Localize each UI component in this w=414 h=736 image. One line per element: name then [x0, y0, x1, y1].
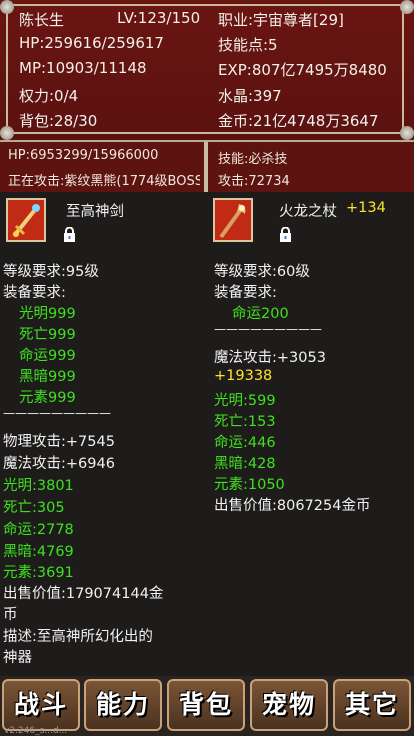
item-right-stat: 死亡:153 — [214, 414, 276, 430]
item-right-bonus: +19338 — [214, 368, 273, 384]
item-right-enhance: +134 — [346, 200, 386, 216]
item-right-divider: ————————— — [214, 322, 322, 336]
nav-ability-button[interactable]: 能力 — [84, 679, 162, 731]
character-power: 权力:0/4 — [19, 87, 79, 105]
item-left-description-cont: 神器 — [3, 650, 32, 666]
character-name: 陈长生 — [19, 11, 65, 29]
item-right-stat: 黑暗:428 — [214, 456, 276, 472]
item-left-equip-req-title: 装备要求: — [3, 285, 66, 301]
current-skill: 技能:必杀技 — [218, 152, 288, 167]
corner-ornament — [0, 0, 14, 14]
item-left-description: 描述:至高神所幻化出的 — [3, 629, 153, 645]
nav-other-button[interactable]: 其它 — [333, 679, 411, 731]
staff-icon[interactable] — [213, 198, 253, 242]
nav-pet-button[interactable]: 宠物 — [250, 679, 328, 731]
item-left-req: 光明999 — [19, 306, 76, 322]
lock-icon[interactable] — [62, 226, 77, 242]
item-left-magic-atk: 魔法攻击:+6946 — [3, 456, 115, 472]
item-right-stat: 命运:446 — [214, 435, 276, 451]
corner-ornament — [400, 0, 414, 14]
item-comparison: 至高神剑 等级要求:95级 装备要求: 光明999 死亡999 命运999 黑暗… — [0, 192, 414, 676]
enemy-hp: HP:6953299/15966000 — [8, 148, 159, 163]
item-right-level-req: 等级要求:60级 — [214, 264, 310, 280]
attacking-target: 正在攻击:紫纹黑熊(1774级BOSS) — [8, 174, 200, 189]
item-left-name: 至高神剑 — [66, 204, 124, 220]
battle-divider — [204, 142, 208, 194]
nav-bag-button[interactable]: 背包 — [167, 679, 245, 731]
item-right-stat: 元素:1050 — [214, 477, 285, 493]
item-left-stat: 死亡:305 — [3, 500, 65, 516]
item-left-stat: 元素:3691 — [3, 565, 74, 581]
lock-icon[interactable] — [278, 226, 293, 242]
version-label: v2.246_s...d... — [4, 726, 68, 736]
character-level: LV:123/150 — [117, 9, 201, 27]
item-right-sell-price: 出售价值:8067254金币 — [214, 498, 371, 514]
item-left-stat: 光明:3801 — [3, 478, 74, 494]
character-crystal: 水晶:397 — [218, 87, 282, 105]
item-left-sell-price-cont: 币 — [3, 607, 18, 623]
item-right-magic-atk: 魔法攻击:+3053 — [214, 350, 326, 366]
character-stats-panel: 陈长生 LV:123/150 职业:宇宙尊者[29] HP:259616/259… — [0, 0, 414, 143]
item-right-equip-req-title: 装备要求: — [214, 285, 277, 301]
character-exp: EXP:807亿7495万8480 — [218, 61, 387, 79]
item-left-stat: 黑暗:4769 — [3, 544, 74, 560]
sword-icon[interactable] — [6, 198, 46, 242]
item-left-sell-price: 出售价值:179074144金 — [3, 586, 164, 602]
item-right-name: 火龙之杖 — [279, 204, 337, 220]
corner-ornament — [0, 126, 14, 140]
item-right-req: 命运200 — [232, 306, 289, 322]
skill-points: 技能点:5 — [218, 36, 278, 54]
character-mp: MP:10903/11148 — [19, 59, 147, 77]
item-right-stat: 光明:599 — [214, 393, 276, 409]
bag-capacity: 背包:28/30 — [19, 112, 98, 130]
item-left-stat: 命运:2778 — [3, 522, 74, 538]
item-left-req: 命运999 — [19, 348, 76, 364]
bottom-nav: 战斗 能力 背包 宠物 其它 v2.246_s...d... — [0, 676, 414, 736]
item-left-req: 黑暗999 — [19, 369, 76, 385]
character-profession: 职业:宇宙尊者[29] — [218, 11, 344, 29]
item-left-phys-atk: 物理攻击:+7545 — [3, 434, 115, 450]
attack-value: 攻击:72734 — [218, 174, 290, 189]
nav-battle-button[interactable]: 战斗 — [2, 679, 80, 731]
character-gold: 金币:21亿4748万3647 — [218, 112, 379, 130]
battle-status-bar: HP:6953299/15966000 正在攻击:紫纹黑熊(1774级BOSS)… — [0, 140, 414, 194]
corner-ornament — [400, 126, 414, 140]
item-left-level-req: 等级要求:95级 — [3, 264, 99, 280]
item-left-req: 元素999 — [19, 390, 76, 406]
item-left-req: 死亡999 — [19, 327, 76, 343]
item-left-divider: ————————— — [3, 406, 111, 420]
character-hp: HP:259616/259617 — [19, 34, 164, 52]
